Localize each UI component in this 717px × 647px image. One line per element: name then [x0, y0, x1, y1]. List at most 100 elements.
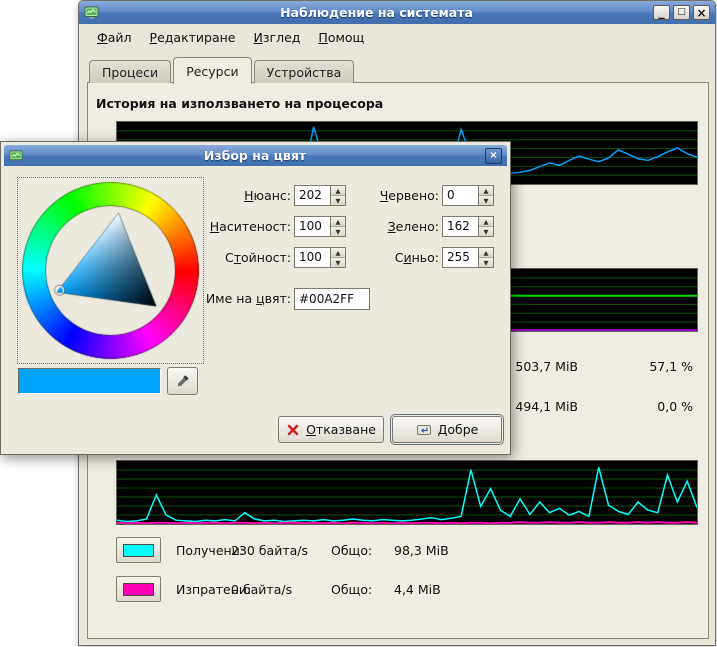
dialog-title: Избор на цвят — [29, 148, 481, 163]
tab-resources[interactable]: Ресурси — [173, 57, 251, 84]
swap-used-percent: 0,0 % — [593, 399, 693, 414]
hue-label: Нюанс: — [181, 188, 291, 203]
blue-input[interactable]: 255 — [442, 247, 478, 268]
dialog-close-button[interactable]: × — [485, 148, 502, 164]
sent-total: 4,4 MiB — [394, 582, 441, 597]
notebook-tabs: Процеси Ресурси Устройства — [89, 56, 705, 83]
green-input[interactable]: 162 — [442, 216, 478, 237]
value-spinbox[interactable]: 100 ▲ ▼ — [294, 247, 346, 268]
blue-spin-up-button[interactable]: ▲ — [479, 248, 493, 258]
window-controls: ▁ □ × — [653, 5, 710, 20]
network-sent-row: Изпратени: 0 байта/s Общо: 4,4 MiB — [88, 576, 708, 604]
received-color-swatch — [123, 544, 154, 557]
received-rate: 230 байта/s — [231, 543, 308, 558]
minimize-icon: ▁ — [658, 11, 664, 19]
color-wheel[interactable] — [17, 177, 204, 364]
red-input[interactable]: 0 — [442, 185, 478, 206]
cancel-icon — [286, 423, 300, 437]
color-picker-dialog: Избор на цвят × Нюанс: Наситеност: Стойн… — [0, 141, 511, 455]
color-name-label: Име на цвят: — [181, 291, 291, 306]
received-total-label: Общо: — [331, 543, 372, 558]
saturation-spinbox[interactable]: 100 ▲ ▼ — [294, 216, 346, 237]
red-spin-up-button[interactable]: ▲ — [479, 186, 493, 196]
menu-edit[interactable]: Редактиране — [141, 27, 245, 48]
cancel-label: Отказване — [306, 422, 376, 437]
saturation-label: Наситеност: — [181, 219, 291, 234]
desktop-background: Наблюдение на системата ▁ □ × Файл Редак… — [0, 0, 717, 647]
system-monitor-icon — [84, 5, 100, 21]
value-input[interactable]: 100 — [294, 247, 330, 268]
sent-color-button[interactable] — [116, 576, 161, 602]
selected-color-preview — [18, 368, 161, 394]
ok-button[interactable]: Добре — [392, 416, 502, 443]
red-spin-buttons: ▲ ▼ — [478, 185, 494, 206]
minimize-button[interactable]: ▁ — [653, 5, 670, 20]
spin-up-icon: ▲ — [484, 187, 489, 195]
close-button[interactable]: × — [693, 5, 710, 20]
spin-up-icon: ▲ — [336, 218, 341, 226]
spin-down-icon: ▼ — [336, 228, 341, 236]
green-spinbox[interactable]: 162 ▲ ▼ — [442, 216, 494, 237]
green-spin-buttons: ▲ ▼ — [478, 216, 494, 237]
red-spin-down-button[interactable]: ▼ — [479, 196, 493, 205]
dialog-icon — [9, 148, 25, 164]
ok-enter-icon — [416, 422, 432, 438]
spin-down-icon: ▼ — [484, 197, 489, 205]
hue-input[interactable]: 202 — [294, 185, 330, 206]
network-history-chart — [116, 460, 698, 525]
spin-up-icon: ▲ — [336, 187, 341, 195]
main-window-titlebar[interactable]: Наблюдение на системата ▁ □ × — [79, 1, 715, 24]
dialog-titlebar[interactable]: Избор на цвят × — [4, 145, 507, 166]
spin-down-icon: ▼ — [484, 228, 489, 236]
menu-help[interactable]: Помощ — [309, 27, 373, 48]
value-spin-buttons: ▲ ▼ — [330, 247, 346, 268]
hue-spin-down-button[interactable]: ▼ — [331, 196, 345, 205]
blue-spinbox[interactable]: 255 ▲ ▼ — [442, 247, 494, 268]
menu-view[interactable]: Изглед — [245, 27, 310, 48]
spin-down-icon: ▼ — [336, 259, 341, 267]
spin-up-icon: ▲ — [484, 218, 489, 226]
value-spin-down-button[interactable]: ▼ — [331, 258, 345, 267]
saturation-input[interactable]: 100 — [294, 216, 330, 237]
red-spinbox[interactable]: 0 ▲ ▼ — [442, 185, 494, 206]
cancel-button[interactable]: Отказване — [278, 416, 384, 443]
maximize-icon: □ — [677, 8, 686, 17]
color-wheel-canvas[interactable] — [19, 179, 202, 362]
cpu-history-title: История на използването на процесора — [96, 96, 383, 111]
hue-spinbox[interactable]: 202 ▲ ▼ — [294, 185, 346, 206]
menu-file[interactable]: Файл — [88, 27, 141, 48]
pick-screen-color-button[interactable] — [167, 367, 198, 395]
spin-up-icon: ▲ — [484, 249, 489, 257]
menubar: Файл Редактиране Изглед Помощ — [81, 25, 713, 50]
saturation-spin-buttons: ▲ ▼ — [330, 216, 346, 237]
hue-spin-up-button[interactable]: ▲ — [331, 186, 345, 196]
received-color-button[interactable] — [116, 537, 161, 563]
tab-devices[interactable]: Устройства — [254, 60, 355, 83]
network-received-row: Получени: 230 байта/s Общо: 98,3 MiB — [88, 537, 708, 565]
eyedropper-icon — [175, 373, 191, 389]
sent-color-swatch — [123, 583, 154, 596]
saturation-spin-down-button[interactable]: ▼ — [331, 227, 345, 236]
sent-rate: 0 байта/s — [231, 582, 292, 597]
sent-total-label: Общо: — [331, 582, 372, 597]
red-label: Червено: — [361, 188, 439, 203]
green-spin-down-button[interactable]: ▼ — [479, 227, 493, 236]
main-window-title: Наблюдение на системата — [104, 5, 649, 20]
green-spin-up-button[interactable]: ▲ — [479, 217, 493, 227]
spin-up-icon: ▲ — [336, 249, 341, 257]
green-label: Зелено: — [361, 219, 439, 234]
color-name-input[interactable]: #00A2FF — [294, 288, 370, 310]
tab-processes[interactable]: Процеси — [89, 60, 171, 83]
received-total: 98,3 MiB — [394, 543, 449, 558]
spin-down-icon: ▼ — [484, 259, 489, 267]
memory-used-percent: 57,1 % — [593, 359, 693, 374]
saturation-spin-up-button[interactable]: ▲ — [331, 217, 345, 227]
value-label: Стойност: — [181, 250, 291, 265]
close-icon: × — [696, 7, 706, 19]
blue-spin-buttons: ▲ ▼ — [478, 247, 494, 268]
maximize-button[interactable]: □ — [673, 5, 690, 20]
ok-label: Добре — [438, 422, 479, 437]
value-spin-up-button[interactable]: ▲ — [331, 248, 345, 258]
blue-label: Синьо: — [361, 250, 439, 265]
blue-spin-down-button[interactable]: ▼ — [479, 258, 493, 267]
